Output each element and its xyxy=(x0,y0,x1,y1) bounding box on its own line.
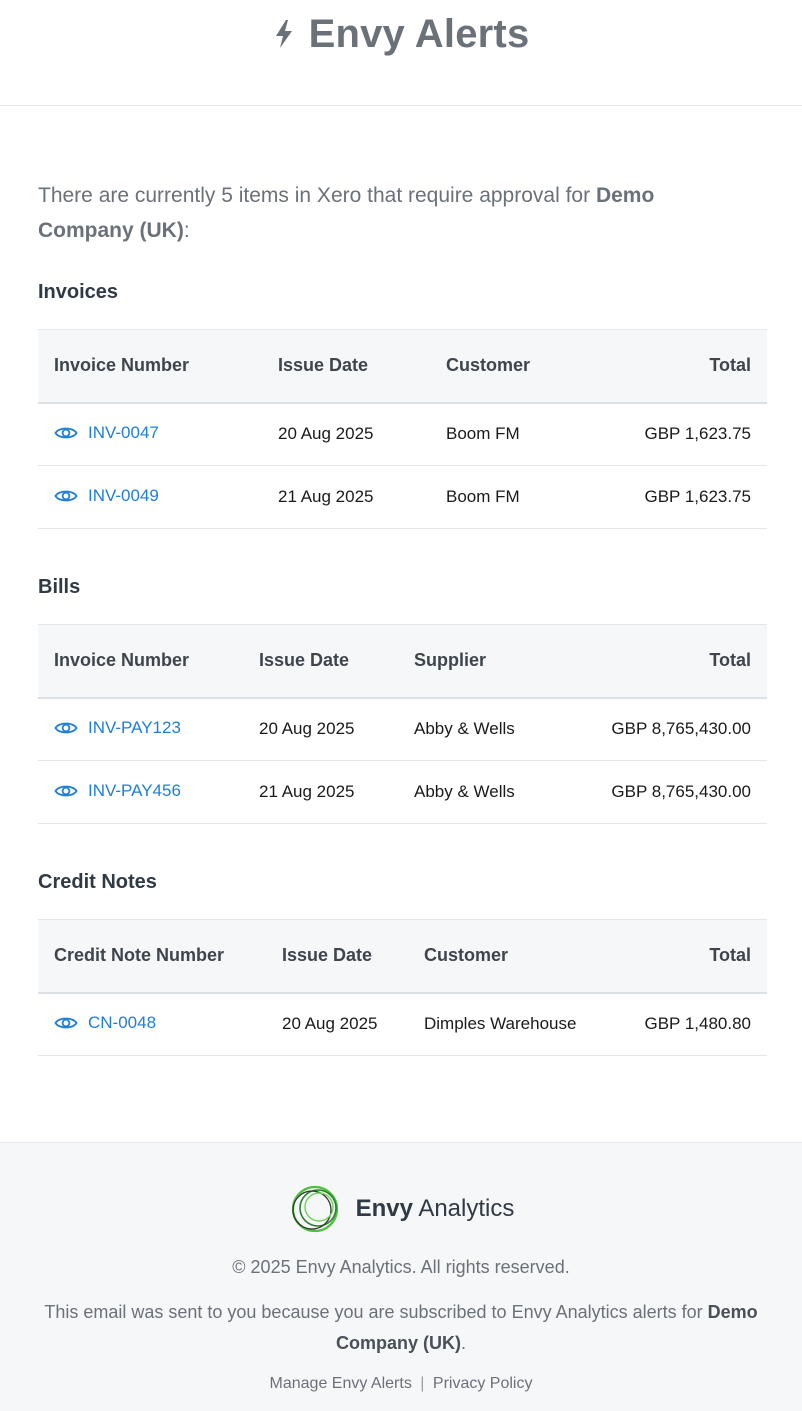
invoice-number-cell: INV-PAY456 xyxy=(38,760,243,824)
lightning-bolt-icon xyxy=(275,20,292,48)
eye-icon xyxy=(54,490,78,501)
bills-title: Bills xyxy=(38,576,81,598)
email-body: There are currently 5 items in Xero that… xyxy=(0,106,802,1056)
header-title: Envy Alerts xyxy=(308,12,530,56)
table-header-row: Credit Note Number Issue Date Customer T… xyxy=(38,919,767,994)
column-header: Total xyxy=(608,919,767,994)
column-header: Issue Date xyxy=(262,329,430,404)
column-header: Customer xyxy=(430,329,610,404)
intro-text: There are currently 5 items in Xero that… xyxy=(38,178,738,248)
total-cell: GBP 1,623.75 xyxy=(610,465,767,529)
credit-notes-table: Credit Note Number Issue Date Customer T… xyxy=(38,919,767,1056)
bill-number: INV-PAY456 xyxy=(88,780,181,800)
column-header: Customer xyxy=(408,919,608,994)
eye-icon xyxy=(54,427,78,439)
customer-cell: Boom FM xyxy=(430,402,610,466)
issue-date-cell: 21 Aug 2025 xyxy=(243,760,398,824)
header-brand: Envy Alerts xyxy=(273,10,530,58)
total-cell: GBP 8,765,430.00 xyxy=(568,760,767,824)
column-header: Issue Date xyxy=(243,624,398,699)
intro-text-after: : xyxy=(183,219,190,242)
invoice-number-cell: INV-0047 xyxy=(38,402,262,466)
supplier-cell: Abby & Wells xyxy=(398,760,568,824)
total-cell: GBP 8,765,430.00 xyxy=(568,697,767,761)
view-invoice-link[interactable]: INV-0047 xyxy=(54,423,159,443)
email-header: Envy Alerts xyxy=(0,0,802,106)
footer-brand-name: Envy Analytics xyxy=(356,1195,515,1223)
eye-icon xyxy=(54,1017,78,1029)
table-row: INV-0049 21 Aug 2025 Boom FM GBP 1,623.7… xyxy=(38,465,767,529)
table-header-row: Invoice Number Issue Date Customer Total xyxy=(38,329,767,404)
link-separator: | xyxy=(420,1375,425,1392)
invoice-number-cell: INV-PAY123 xyxy=(38,697,243,761)
invoice-number: INV-0049 xyxy=(88,485,159,505)
eye-icon xyxy=(54,785,78,796)
eye-icon xyxy=(54,722,78,734)
bill-number: INV-PAY123 xyxy=(88,717,181,737)
column-header: Total xyxy=(610,329,767,404)
bills-table: Invoice Number Issue Date Supplier Total… xyxy=(38,624,767,824)
notice-end: . xyxy=(460,1333,466,1353)
table-row: INV-PAY123 20 Aug 2025 Abby & Wells GBP … xyxy=(38,697,767,761)
notice-text: This email was sent to you because you a… xyxy=(44,1302,708,1322)
footer-links: Manage Envy Alerts | Privacy Policy xyxy=(0,1375,802,1393)
issue-date-cell: 21 Aug 2025 xyxy=(262,465,430,529)
footer-brand: Envy Analytics xyxy=(0,1183,802,1235)
column-header: Supplier xyxy=(398,624,568,699)
envy-analytics-logo-icon xyxy=(291,1185,338,1233)
total-cell: GBP 1,480.80 xyxy=(608,992,767,1056)
column-header: Invoice Number xyxy=(38,624,243,699)
privacy-policy-link[interactable]: Privacy Policy xyxy=(433,1375,533,1392)
credit-note-number-cell: CN-0048 xyxy=(38,992,266,1056)
table-row: INV-PAY456 21 Aug 2025 Abby & Wells GBP … xyxy=(38,760,767,824)
table-row: INV-0047 20 Aug 2025 Boom FM GBP 1,623.7… xyxy=(38,402,767,466)
invoice-number: INV-0047 xyxy=(88,422,159,442)
column-header: Issue Date xyxy=(266,919,408,994)
footer-brand-rest: Analytics xyxy=(412,1195,515,1222)
column-header: Invoice Number xyxy=(38,329,262,404)
email-footer: Envy Analytics © 2025 Envy Analytics. Al… xyxy=(0,1142,802,1411)
subscription-notice: This email was sent to you because you a… xyxy=(41,1297,761,1359)
view-credit-note-link[interactable]: CN-0048 xyxy=(54,1013,156,1033)
customer-cell: Dimples Warehouse xyxy=(408,992,608,1056)
invoices-title: Invoices xyxy=(38,281,119,303)
total-cell: GBP 1,623.75 xyxy=(610,402,767,466)
table-header-row: Invoice Number Issue Date Supplier Total xyxy=(38,624,767,699)
intro-text-before: There are currently 5 items in Xero that… xyxy=(38,184,596,207)
view-bill-link[interactable]: INV-PAY123 xyxy=(54,718,181,738)
invoice-number-cell: INV-0049 xyxy=(38,465,262,529)
table-row: CN-0048 20 Aug 2025 Dimples Warehouse GB… xyxy=(38,992,767,1056)
issue-date-cell: 20 Aug 2025 xyxy=(243,697,398,761)
column-header: Total xyxy=(568,624,767,699)
supplier-cell: Abby & Wells xyxy=(398,697,568,761)
footer-brand-bold: Envy xyxy=(355,1195,413,1222)
customer-cell: Boom FM xyxy=(430,465,610,529)
copyright-text: © 2025 Envy Analytics. All rights reserv… xyxy=(232,1257,570,1277)
credit-note-number: CN-0048 xyxy=(88,1012,157,1032)
issue-date-cell: 20 Aug 2025 xyxy=(262,402,430,466)
column-header: Credit Note Number xyxy=(38,919,266,994)
view-bill-link[interactable]: INV-PAY456 xyxy=(54,781,181,801)
manage-alerts-link[interactable]: Manage Envy Alerts xyxy=(270,1375,412,1392)
credit-notes-title: Credit Notes xyxy=(38,871,157,893)
issue-date-cell: 20 Aug 2025 xyxy=(266,992,408,1056)
view-invoice-link[interactable]: INV-0049 xyxy=(54,486,159,506)
invoices-table: Invoice Number Issue Date Customer Total… xyxy=(38,329,767,529)
